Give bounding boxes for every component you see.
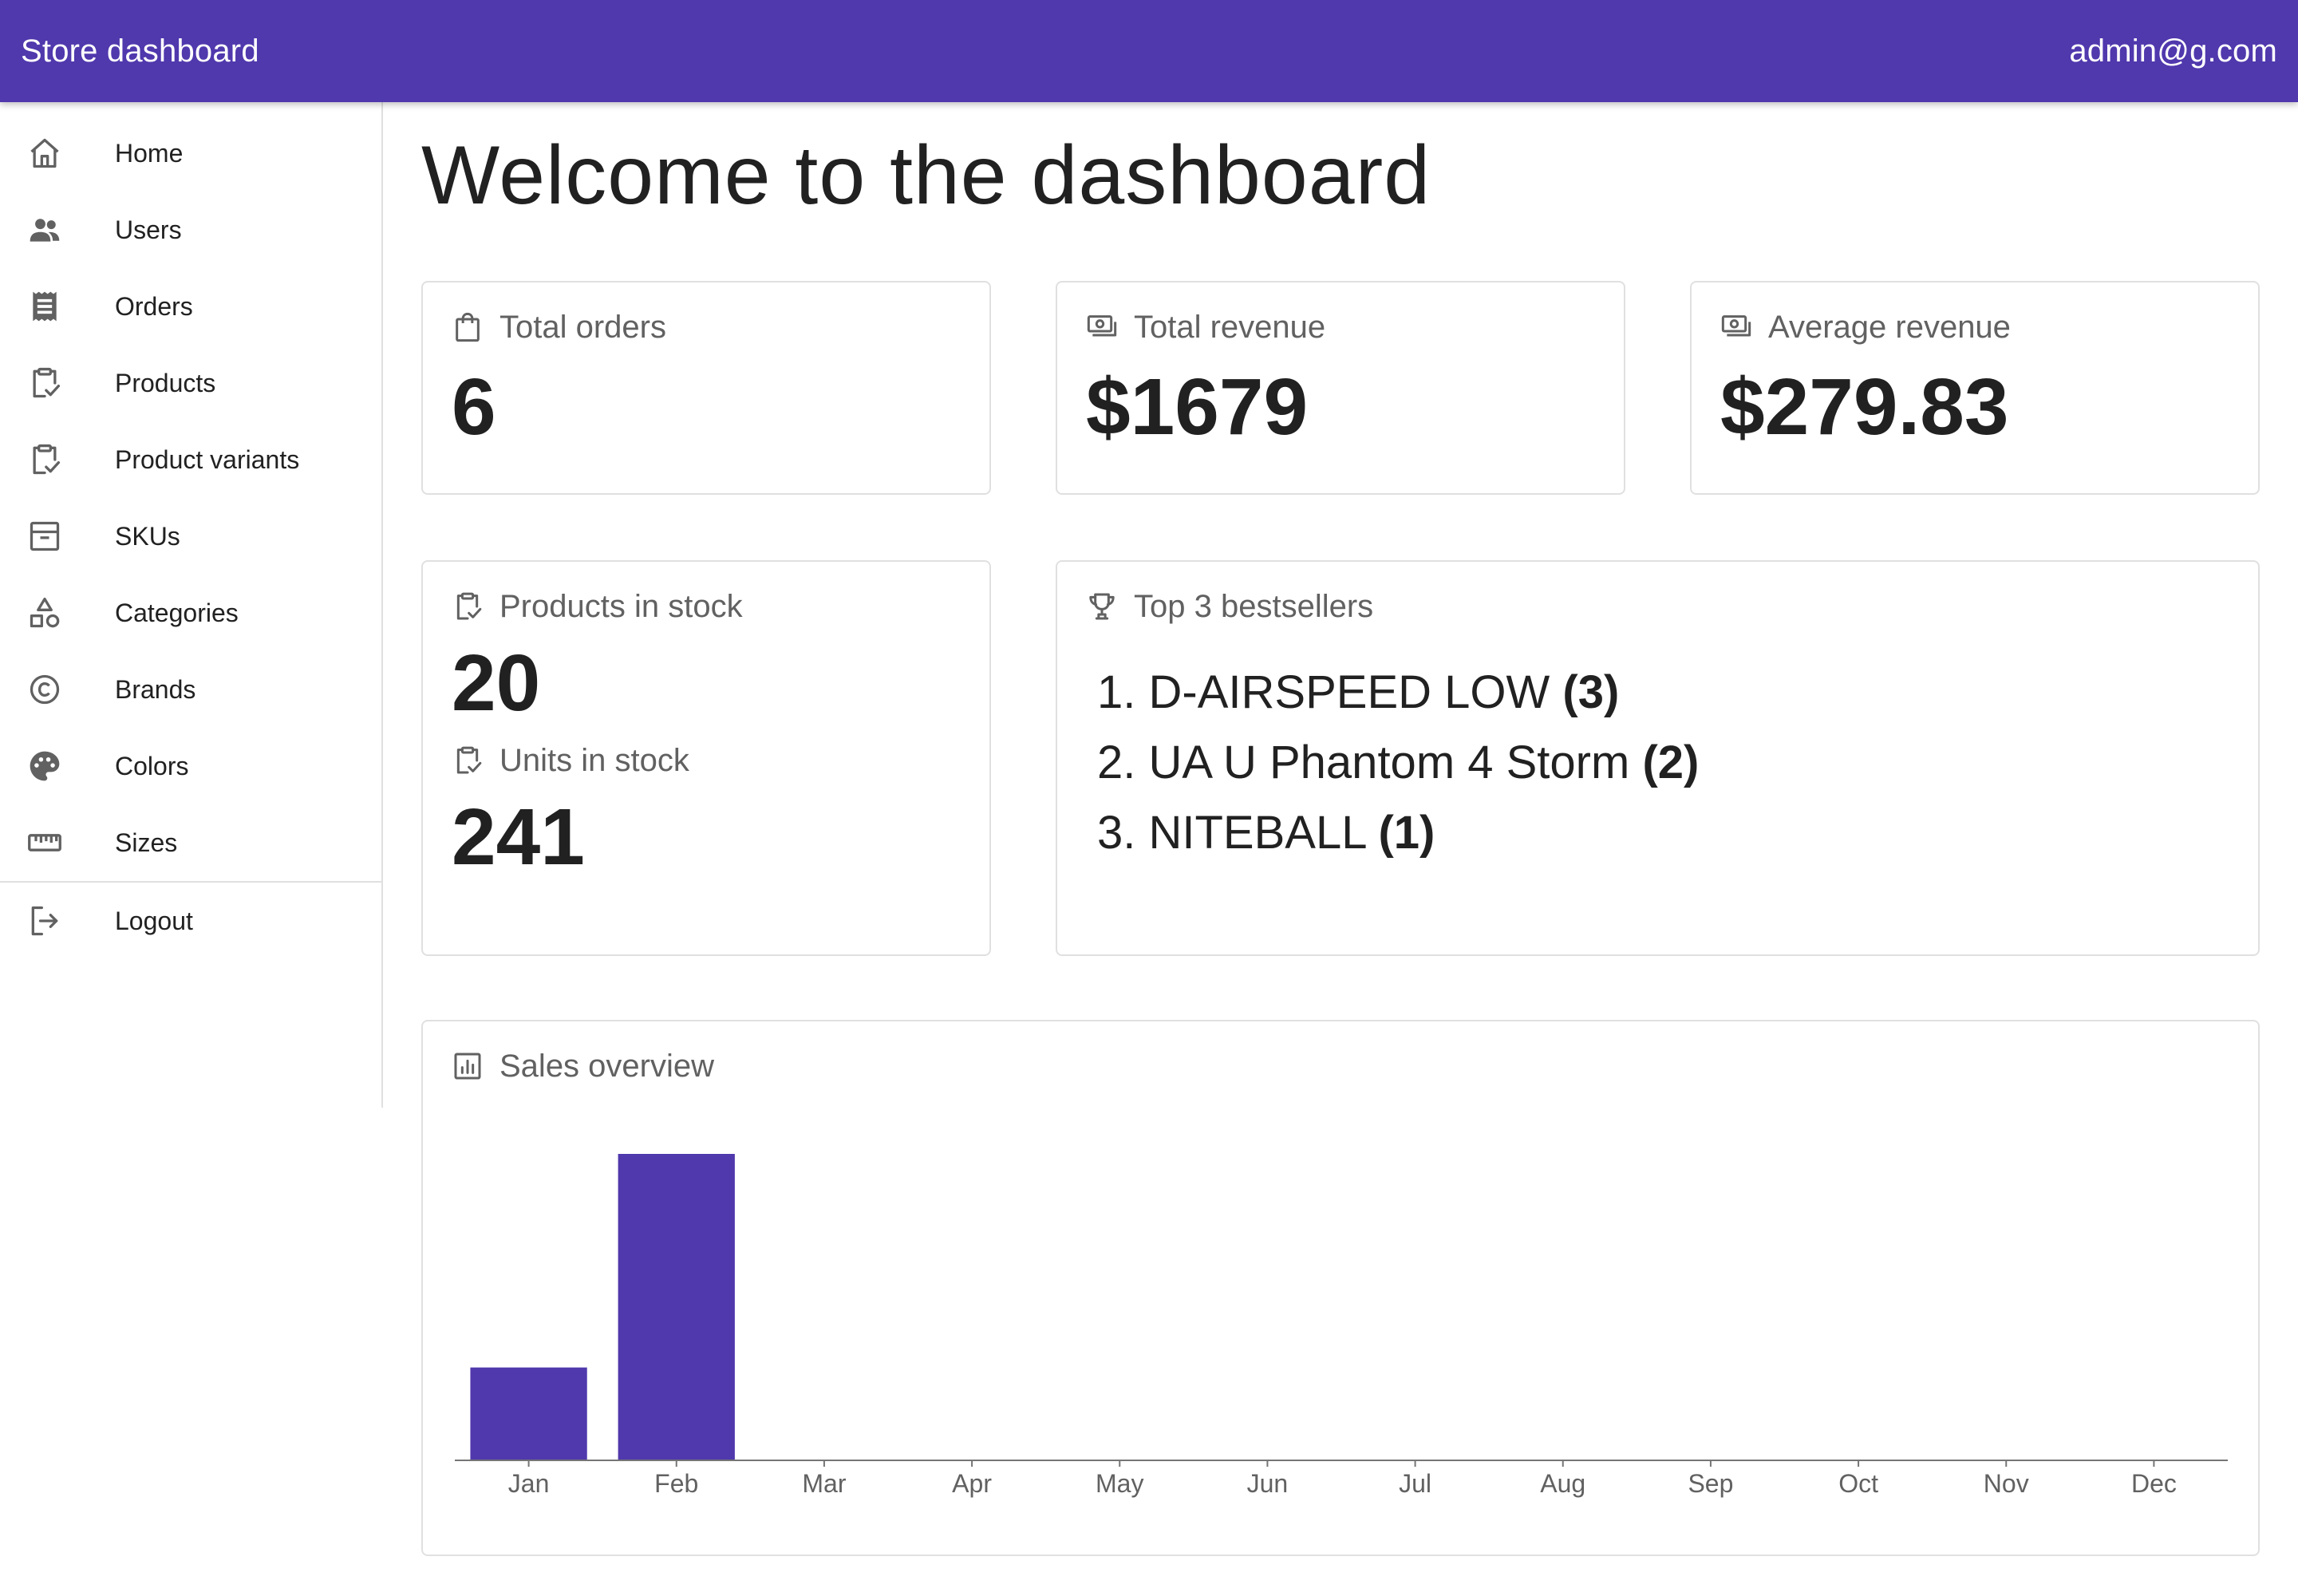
card-header: Average revenue	[1720, 308, 2229, 346]
total-revenue-card: Total revenue $1679	[1056, 281, 1625, 495]
card-header: Units in stock	[452, 741, 961, 780]
sidebar-item-users[interactable]: Users	[0, 192, 381, 268]
card-label: Total orders	[499, 309, 666, 345]
x-axis-tick-label: Jan	[508, 1469, 550, 1498]
sidebar: Home Users Orders Products Product varia…	[0, 102, 383, 1108]
x-axis-tick-label: Jul	[1399, 1469, 1431, 1498]
card-label: Average revenue	[1768, 309, 2011, 345]
sidebar-item-label: Product variants	[115, 444, 300, 474]
sidebar-item-logout[interactable]: Logout	[0, 883, 381, 959]
card-label: Units in stock	[499, 742, 689, 778]
x-axis-tick-label: Dec	[2131, 1469, 2177, 1498]
list-item: 2. UA U Phantom 4 Storm (2)	[1097, 728, 2229, 798]
average-revenue-value: $279.83	[1720, 362, 2009, 452]
card-header: Top 3 bestsellers	[1086, 587, 2229, 626]
copyright-icon	[27, 672, 62, 707]
users-icon	[27, 212, 62, 247]
app-title: Store dashboard	[21, 33, 259, 69]
products-in-stock-value: 20	[452, 638, 541, 728]
bestseller-count: (1)	[1378, 807, 1435, 859]
x-axis-tick-label: Nov	[1984, 1469, 2029, 1498]
sidebar-item-label: Categories	[115, 598, 239, 627]
logout-icon	[27, 903, 62, 938]
bestseller-name: D-AIRSPEED LOW	[1148, 666, 1550, 718]
bestseller-rank: 1.	[1097, 666, 1136, 718]
user-email[interactable]: admin@g.com	[2069, 34, 2277, 69]
total-revenue-value: $1679	[1086, 362, 1309, 452]
total-orders-card: Total orders 6	[421, 281, 991, 495]
bestseller-rank: 3.	[1097, 807, 1136, 859]
sales-overview-card: Sales overview Jan Feb Mar Apr May Jun Jul Aug S…	[421, 1020, 2260, 1556]
card-header: Total revenue	[1086, 308, 1595, 346]
card-header: Total orders	[452, 308, 961, 346]
shapes-icon	[27, 595, 62, 630]
average-revenue-card: Average revenue $279.83	[1690, 281, 2260, 495]
card-label: Products in stock	[499, 588, 743, 624]
cash-icon	[1720, 311, 1752, 343]
ruler-icon	[27, 825, 62, 860]
sidebar-item-label: Orders	[115, 291, 193, 321]
sidebar-item-brands[interactable]: Brands	[0, 651, 381, 728]
bestseller-rank: 2.	[1097, 737, 1136, 788]
sidebar-item-sizes[interactable]: Sizes	[0, 804, 381, 881]
sidebar-item-label: Sizes	[115, 828, 178, 857]
app-bar: Store dashboard admin@g.com	[0, 0, 2298, 102]
units-in-stock-value: 241	[452, 792, 585, 882]
list-item: 1. D-AIRSPEED LOW (3)	[1097, 658, 2229, 728]
cash-icon	[1086, 311, 1118, 343]
sidebar-item-label: Products	[115, 368, 216, 397]
sidebar-item-label: Brands	[115, 674, 196, 704]
clipboard-check-icon	[27, 365, 62, 401]
bestseller-count: (3)	[1562, 666, 1620, 718]
x-axis-tick-label: Jun	[1247, 1469, 1289, 1498]
x-axis-tick-label: Aug	[1540, 1469, 1585, 1498]
x-axis-tick-label: Oct	[1838, 1469, 1878, 1498]
sidebar-item-product-variants[interactable]: Product variants	[0, 421, 381, 498]
shopping-bag-icon	[452, 311, 484, 343]
trophy-icon	[1086, 591, 1118, 622]
sidebar-item-label: Users	[115, 215, 182, 244]
total-orders-value: 6	[452, 362, 496, 452]
card-label: Top 3 bestsellers	[1134, 588, 1374, 624]
sidebar-item-label: SKUs	[115, 521, 180, 551]
chart-bar[interactable]	[618, 1154, 735, 1460]
sidebar-item-colors[interactable]: Colors	[0, 728, 381, 804]
card-label: Total revenue	[1134, 309, 1326, 345]
archive-box-icon	[27, 519, 62, 554]
sidebar-item-products[interactable]: Products	[0, 345, 381, 421]
bestsellers-list: 1. D-AIRSPEED LOW (3) 2. UA U Phantom 4 …	[1086, 658, 2229, 868]
sidebar-item-label: Logout	[115, 906, 193, 935]
bestseller-name: UA U Phantom 4 Storm	[1148, 737, 1630, 788]
home-icon	[27, 136, 62, 171]
list-item: 3. NITEBALL (1)	[1097, 798, 2229, 868]
clipboard-check-icon	[27, 442, 62, 477]
sidebar-item-label: Home	[115, 138, 184, 168]
x-axis-tick-label: May	[1096, 1469, 1143, 1498]
sidebar-item-label: Colors	[115, 751, 189, 780]
x-axis-tick-label: Sep	[1688, 1469, 1733, 1498]
card-header: Products in stock	[452, 587, 961, 626]
bestsellers-card: Top 3 bestsellers 1. D-AIRSPEED LOW (3) …	[1056, 560, 2260, 956]
sidebar-item-orders[interactable]: Orders	[0, 268, 381, 345]
clipboard-check-icon	[452, 591, 484, 622]
receipt-icon	[27, 289, 62, 324]
x-axis-tick-label: Apr	[952, 1469, 992, 1498]
sidebar-item-skus[interactable]: SKUs	[0, 498, 381, 575]
bestseller-name: NITEBALL	[1148, 807, 1366, 859]
x-axis-tick-label: Feb	[654, 1469, 698, 1498]
x-axis-tick-label: Mar	[802, 1469, 846, 1498]
page-title: Welcome to the dashboard	[421, 129, 1431, 222]
palette-icon	[27, 749, 62, 784]
sales-chart: Jan Feb Mar Apr May Jun Jul Aug Sep Oct Nov Dec	[455, 1154, 2228, 1498]
sidebar-item-categories[interactable]: Categories	[0, 575, 381, 651]
bestseller-count: (2)	[1642, 737, 1700, 788]
clipboard-check-icon	[452, 745, 484, 776]
stock-card: Products in stock 20 Units in stock 241	[421, 560, 991, 956]
sidebar-item-home[interactable]: Home	[0, 115, 381, 192]
chart-bar[interactable]	[470, 1367, 587, 1460]
